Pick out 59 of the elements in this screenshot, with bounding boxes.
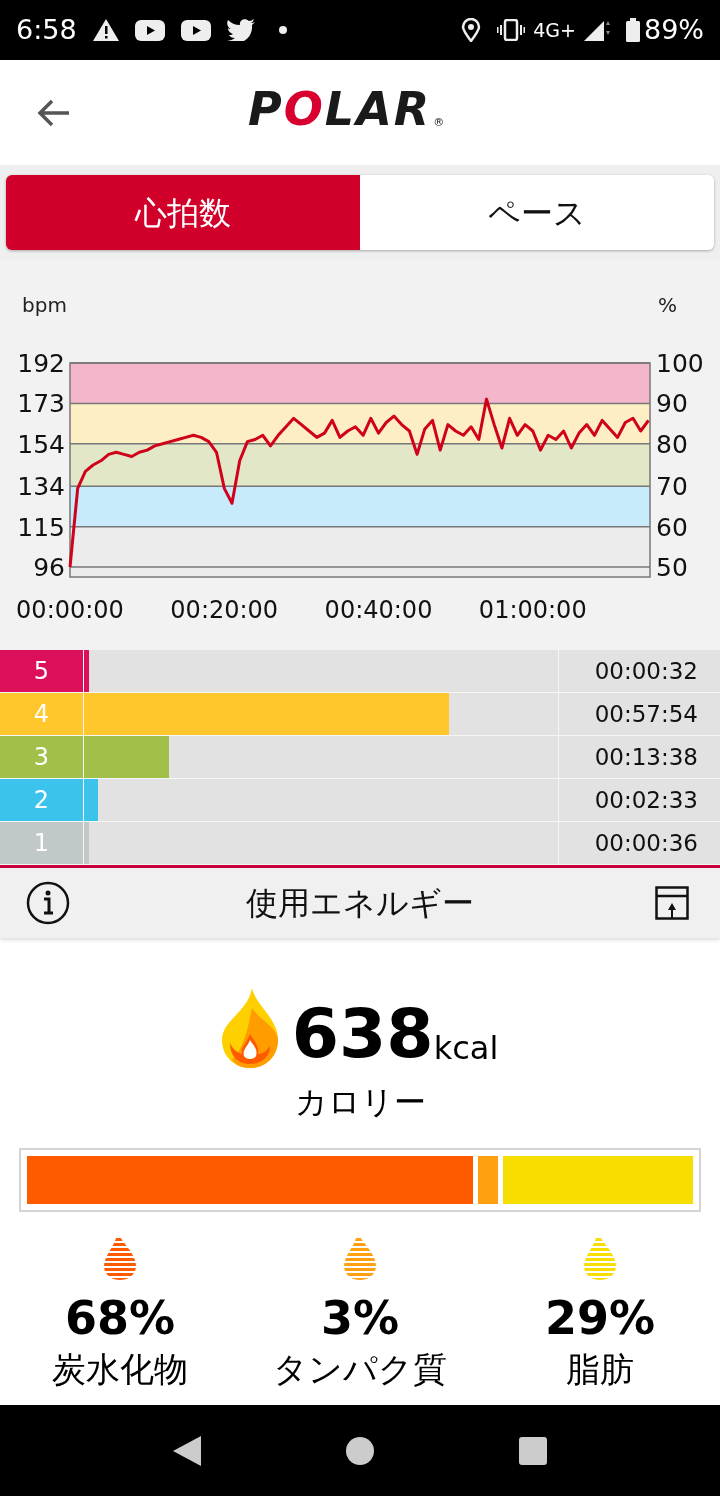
axis-label: bpm xyxy=(22,293,67,317)
signal-icon xyxy=(584,19,610,41)
info-button[interactable] xyxy=(26,881,70,925)
zone-number: 4 xyxy=(0,693,83,735)
calorie-label: カロリー xyxy=(294,1082,426,1123)
location-icon xyxy=(461,18,482,42)
percent-tick-label: 50 xyxy=(656,553,688,582)
y-tick-label: 134 xyxy=(17,472,65,502)
tab[interactable]: ペース xyxy=(360,175,714,250)
zone-number: 5 xyxy=(0,650,83,692)
x-tick-label: 00:00:00 xyxy=(16,596,124,624)
battery-icon xyxy=(626,18,640,42)
calorie-unit: kcal xyxy=(433,1032,499,1064)
polar-logo: POLAR® xyxy=(248,86,447,132)
nutrient-percent: 3% xyxy=(320,1290,400,1347)
zone-time: 00:00:36 xyxy=(559,822,720,864)
nutrient-percent: 29% xyxy=(544,1290,656,1347)
bird-icon xyxy=(226,19,255,41)
x-tick-label: 00:20:00 xyxy=(170,596,279,624)
calorie-value: 638 xyxy=(291,1000,434,1068)
tab[interactable]: 心拍数 xyxy=(6,175,360,250)
export-icon xyxy=(655,886,689,920)
nutrient-percent: 68% xyxy=(64,1290,176,1347)
section-title: 使用エネルギー xyxy=(246,883,474,924)
network-type: 4G+ xyxy=(533,17,576,43)
y-tick-label: 115 xyxy=(17,512,65,542)
zone-number: 2 xyxy=(0,779,83,821)
zone-time: 00:13:38 xyxy=(559,736,720,778)
axis-label: % xyxy=(658,293,677,317)
back-triangle-icon xyxy=(172,1435,201,1466)
battery-level: 89% xyxy=(644,12,704,47)
vibrate-icon xyxy=(497,19,526,41)
play-icon xyxy=(134,19,165,41)
nutrient-label: タンパク質 xyxy=(273,1347,447,1390)
flame-icon xyxy=(221,988,278,1068)
zone-time: 00:02:33 xyxy=(559,779,720,821)
percent-tick-label: 90 xyxy=(656,389,688,419)
y-tick-label: 96 xyxy=(33,553,65,582)
zone-number: 1 xyxy=(0,822,83,864)
zone-time: 00:00:32 xyxy=(559,650,720,692)
clock: 6:58 xyxy=(16,12,77,47)
y-tick-label: 154 xyxy=(17,429,65,459)
percent-tick-label: 80 xyxy=(656,429,688,459)
x-tick-label: 01:00:00 xyxy=(478,596,587,624)
back-arrow-icon xyxy=(37,98,71,127)
zone-time: 00:57:54 xyxy=(559,693,720,735)
recents-square-icon xyxy=(519,1436,548,1465)
percent-tick-label: 60 xyxy=(656,512,688,542)
y-tick-label: 192 xyxy=(17,349,65,378)
info-icon xyxy=(26,881,70,925)
play-icon xyxy=(180,19,211,41)
nutrient-label: 脂肪 xyxy=(566,1347,634,1390)
warning-icon xyxy=(92,19,119,41)
zone-number: 3 xyxy=(0,736,83,778)
nutrient-label: 炭水化物 xyxy=(52,1347,188,1390)
y-tick-label: 173 xyxy=(17,389,65,419)
percent-tick-label: 100 xyxy=(656,349,704,378)
percent-tick-label: 70 xyxy=(656,472,688,502)
x-tick-label: 00:40:00 xyxy=(324,596,433,624)
